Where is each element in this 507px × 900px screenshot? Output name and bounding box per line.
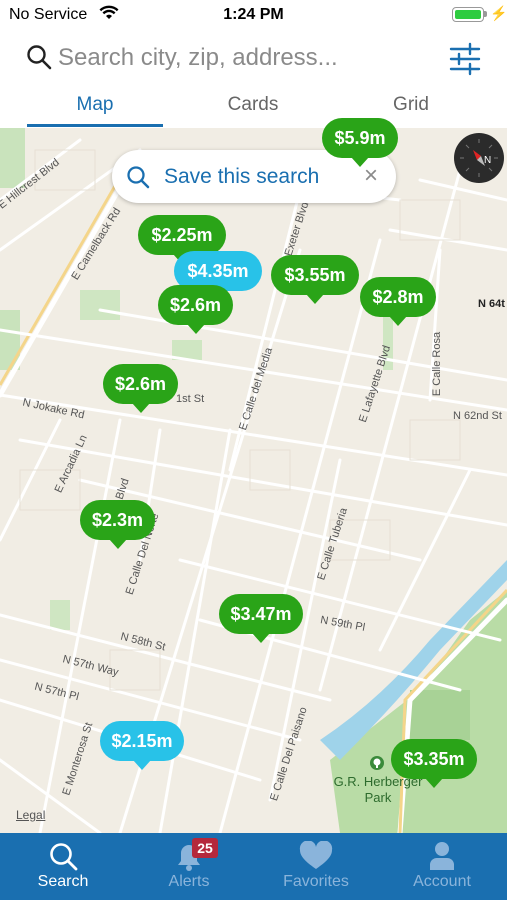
battery-cap — [484, 11, 487, 17]
save-search-label: Save this search — [164, 165, 320, 188]
nav-search-label: Search — [37, 873, 89, 890]
park-icon — [370, 756, 384, 770]
filter-icon[interactable] — [448, 42, 482, 76]
listing-pin[interactable]: $3.55m — [271, 255, 359, 304]
compass-button[interactable]: N — [454, 133, 504, 183]
listing-pin[interactable]: $2.15m — [100, 721, 184, 770]
battery-icon — [452, 7, 484, 22]
bottom-navigation: Search Alerts Favorites Account — [0, 833, 507, 900]
alerts-count-badge: 25 — [192, 838, 218, 858]
search-icon — [50, 843, 78, 871]
bell-icon — [178, 845, 200, 871]
listing-pin[interactable]: $2.25m — [138, 215, 226, 264]
charging-icon: ⚡ — [490, 5, 507, 21]
search-icon — [127, 166, 150, 189]
legal-link[interactable]: Legal — [16, 808, 45, 822]
active-tab-indicator — [27, 124, 163, 127]
heart-icon — [299, 841, 333, 869]
nav-favorites-label: Favorites — [283, 873, 349, 890]
nav-account-label: Account — [413, 873, 471, 890]
svg-text:N: N — [484, 155, 491, 166]
tab-cards[interactable]: Cards — [185, 86, 321, 126]
street-label: N 64t — [478, 298, 505, 310]
listing-pin[interactable]: $3.35m — [391, 739, 477, 788]
nav-alerts[interactable]: Alerts — [126, 833, 252, 900]
street-label: E Calle Rosa — [431, 331, 444, 397]
tab-map[interactable]: Map — [27, 86, 163, 126]
nav-favorites[interactable]: Favorites — [253, 833, 379, 900]
nav-alerts-label: Alerts — [168, 873, 210, 890]
listing-pin[interactable]: $2.6m — [103, 364, 178, 413]
map-view[interactable]: E Hillcrest Blvd E Camelback Rd E Exeter… — [0, 128, 507, 833]
compass-icon: N — [460, 139, 498, 177]
search-input[interactable] — [58, 40, 398, 76]
street-label: N 62nd St — [453, 410, 502, 422]
listing-pin[interactable]: $2.6m — [158, 285, 233, 334]
nav-account[interactable]: Account — [379, 833, 505, 900]
listing-pin[interactable]: $2.8m — [360, 277, 436, 326]
listing-pin[interactable]: $5.9m — [322, 118, 398, 167]
search-icon — [27, 45, 52, 70]
status-bar: No Service 1:24 PM ⚡ — [0, 0, 507, 30]
search-bar — [0, 34, 507, 84]
nav-search[interactable]: Search — [0, 833, 126, 900]
street-label: 1st St — [176, 393, 205, 405]
view-tabs: Map Cards Grid — [0, 86, 507, 128]
person-icon — [430, 842, 454, 870]
map-roads — [0, 128, 507, 833]
clock: 1:24 PM — [223, 6, 284, 23]
listing-pin[interactable]: $3.47m — [219, 594, 303, 643]
listing-pin[interactable]: $2.3m — [80, 500, 155, 549]
